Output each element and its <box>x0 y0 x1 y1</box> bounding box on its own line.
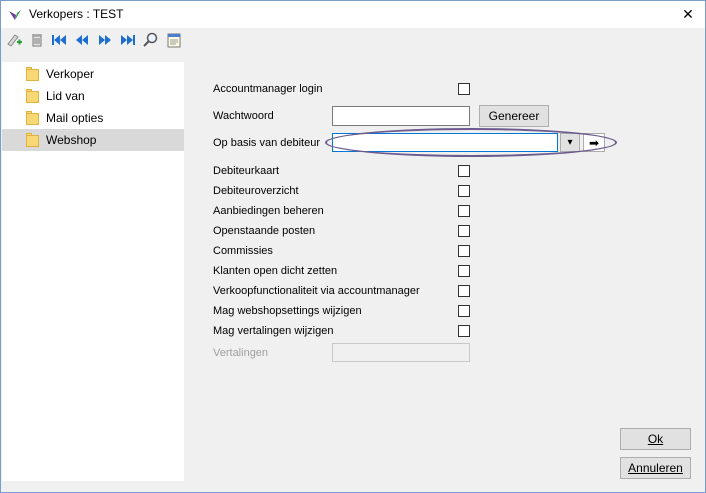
debiteuroverzicht-checkbox[interactable] <box>458 185 470 197</box>
openstaande-posten-label: Openstaande posten <box>213 225 316 237</box>
add-record-button[interactable] <box>5 32 23 50</box>
vertalingen-input <box>332 343 470 362</box>
verkoopfunctionaliteit-label: Verkoopfunctionaliteit via accountmanage… <box>213 285 420 297</box>
sidebar-item-label: Webshop <box>46 133 97 147</box>
previous-record-icon <box>73 31 91 52</box>
sidebar-item-mail-opties[interactable]: Mail opties <box>2 107 184 129</box>
verkoopfunctionaliteit-checkbox[interactable] <box>458 285 470 297</box>
previous-record-button[interactable] <box>73 32 91 50</box>
delete-button[interactable] <box>28 32 46 50</box>
title-bar: Verkopers : TEST ✕ <box>1 1 705 28</box>
debiteur-go-button[interactable]: ➡ <box>583 133 605 152</box>
toolbar <box>1 28 705 54</box>
app-logo-icon <box>7 7 23 23</box>
folder-icon <box>26 111 39 125</box>
debiteurkaart-checkbox[interactable] <box>458 165 470 177</box>
ok-button-label: Ok <box>647 432 664 446</box>
chevron-down-icon: ▾ <box>567 137 573 148</box>
vertalingen-wijzigen-checkbox[interactable] <box>458 325 470 337</box>
arrow-right-icon: ➡ <box>588 135 600 150</box>
sidebar-item-webshop[interactable]: Webshop <box>2 129 184 151</box>
wachtwoord-input[interactable] <box>332 106 470 126</box>
aanbiedingen-beheren-label: Aanbiedingen beheren <box>213 205 324 217</box>
webshopsettings-label: Mag webshopsettings wijzigen <box>213 305 362 317</box>
last-record-button[interactable] <box>119 32 137 50</box>
annuleren-button[interactable]: Annuleren <box>620 457 691 479</box>
notes-button[interactable] <box>165 32 183 50</box>
commissies-checkbox[interactable] <box>458 245 470 257</box>
genereer-button-label: Genereer <box>488 109 540 123</box>
klanten-open-dicht-label: Klanten open dicht zetten <box>213 265 338 277</box>
close-icon: ✕ <box>682 6 694 22</box>
debiteurkaart-label: Debiteurkaart <box>213 165 280 177</box>
sidebar-item-label: Mail opties <box>46 111 104 125</box>
sidebar-item-lid-van[interactable]: Lid van <box>2 85 184 107</box>
webshopsettings-checkbox[interactable] <box>458 305 470 317</box>
debiteur-dropdown-button[interactable]: ▾ <box>560 133 580 152</box>
folder-icon <box>26 133 39 147</box>
sidebar-item-label: Verkoper <box>46 67 95 81</box>
folder-icon <box>26 89 39 103</box>
delete-icon <box>28 31 46 52</box>
debiteuroverzicht-label: Debiteuroverzicht <box>213 185 299 197</box>
window-title: Verkopers : TEST <box>29 7 124 21</box>
commissies-label: Commissies <box>213 245 273 257</box>
next-record-button[interactable] <box>96 32 114 50</box>
vertalingen-wijzigen-label: Mag vertalingen wijzigen <box>213 325 334 337</box>
aanbiedingen-beheren-checkbox[interactable] <box>458 205 470 217</box>
search-icon <box>142 31 160 52</box>
openstaande-posten-checkbox[interactable] <box>458 225 470 237</box>
add-record-icon <box>5 31 23 52</box>
first-record-icon <box>50 31 68 52</box>
accountmanager-login-checkbox[interactable] <box>458 83 470 95</box>
wachtwoord-label: Wachtwoord <box>213 110 274 122</box>
next-record-icon <box>96 31 114 52</box>
notes-icon <box>165 31 183 52</box>
debiteur-combobox[interactable] <box>332 133 558 152</box>
ok-button[interactable]: Ok <box>620 428 691 450</box>
klanten-open-dicht-checkbox[interactable] <box>458 265 470 277</box>
accountmanager-login-label: Accountmanager login <box>213 83 323 95</box>
folder-icon <box>26 67 39 81</box>
genereer-button[interactable]: Genereer <box>479 105 549 127</box>
dialog-window: Verkopers : TEST ✕ Verkoper Lid van Mail… <box>0 0 706 493</box>
sidebar: Verkoper Lid van Mail opties Webshop <box>2 62 184 481</box>
close-button[interactable]: ✕ <box>671 1 705 28</box>
last-record-icon <box>119 31 137 52</box>
sidebar-item-verkoper[interactable]: Verkoper <box>2 63 184 85</box>
vertalingen-label: Vertalingen <box>213 347 269 359</box>
op-basis-van-debiteur-label: Op basis van debiteur <box>213 137 321 149</box>
search-button[interactable] <box>142 32 160 50</box>
sidebar-item-label: Lid van <box>46 89 85 103</box>
first-record-button[interactable] <box>50 32 68 50</box>
annuleren-button-label: Annuleren <box>628 461 683 475</box>
